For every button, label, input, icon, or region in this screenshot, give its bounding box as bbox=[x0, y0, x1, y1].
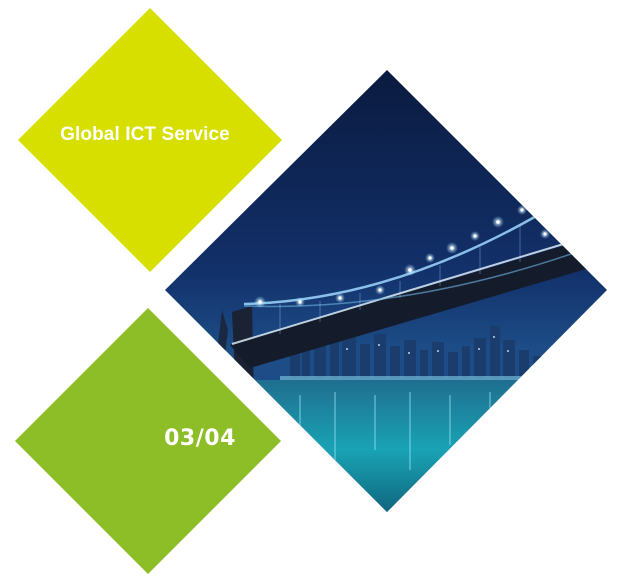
cover-artwork bbox=[15, 8, 607, 574]
cover-page: Global ICT Service 03/04 bbox=[0, 0, 620, 576]
page-indicator: 03/04 bbox=[164, 426, 236, 451]
cover-title: Global ICT Service bbox=[60, 124, 230, 145]
